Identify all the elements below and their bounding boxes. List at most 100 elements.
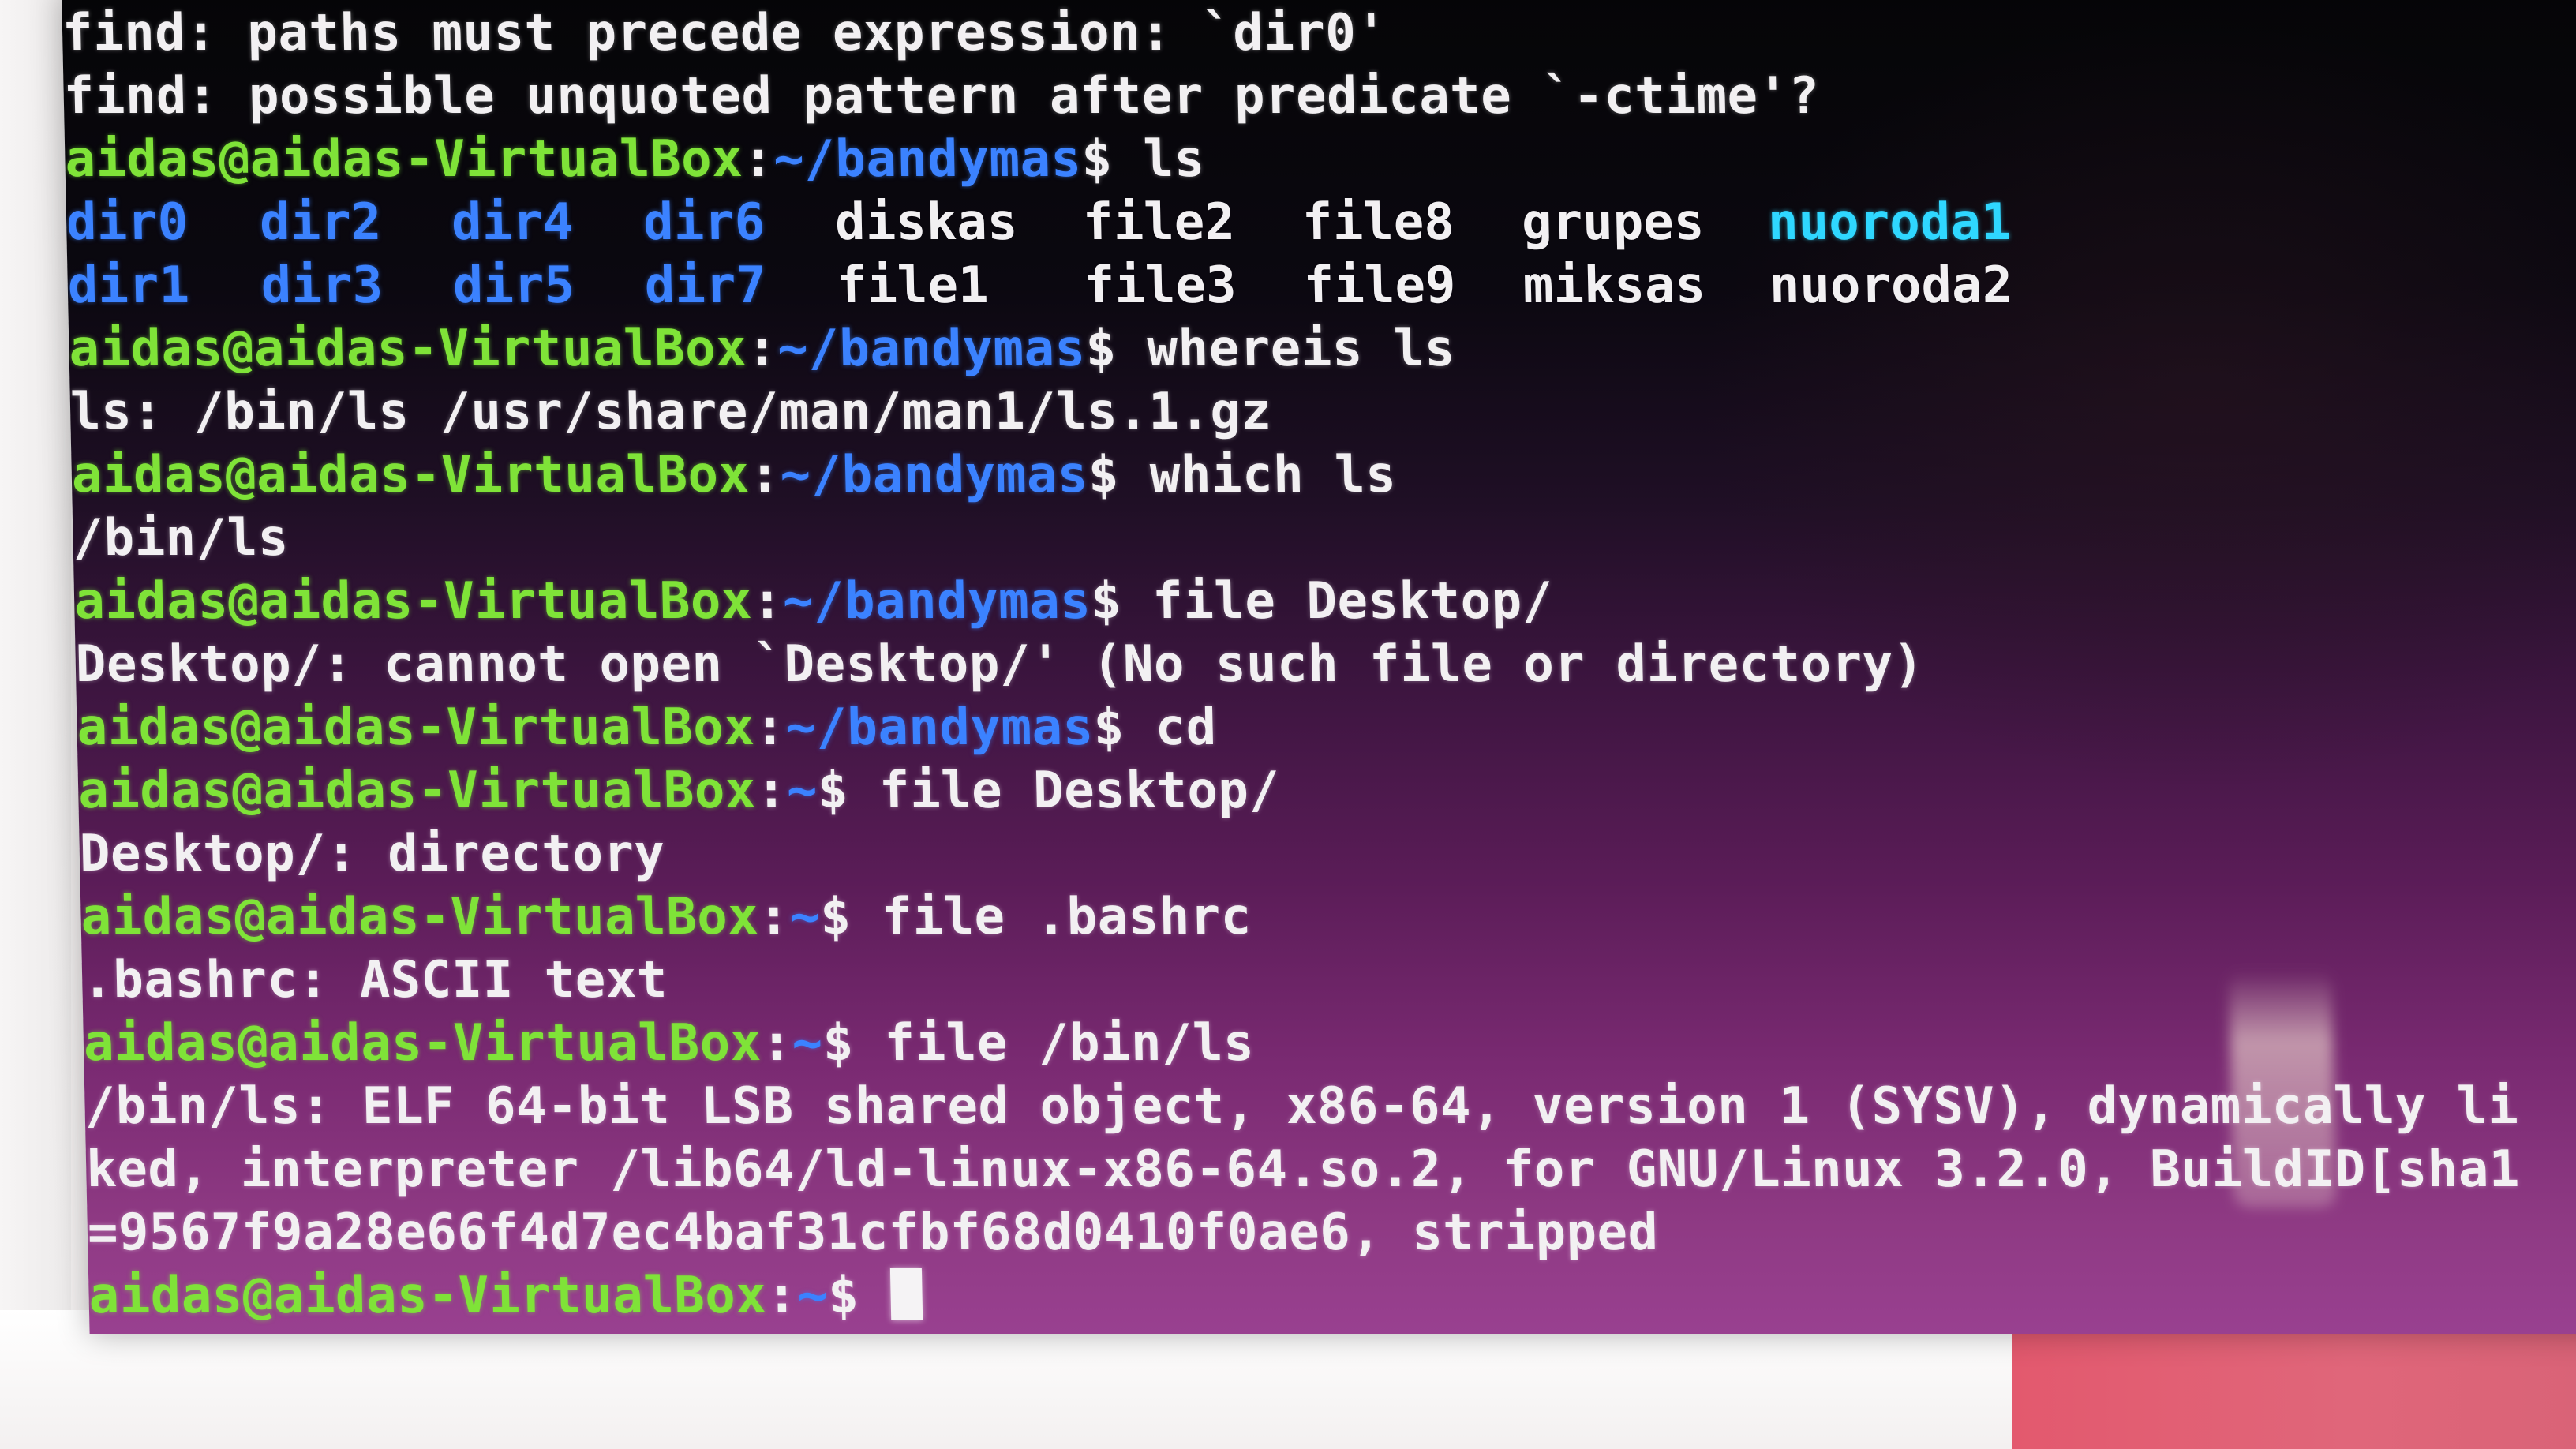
command-output-line: find: paths must precede expression: `di…	[62, 2, 1387, 65]
command-output-line: find: possible unquoted pattern after pr…	[63, 65, 1820, 128]
prompt-dollar: $	[1092, 698, 1125, 757]
ls-entry-file: diskas	[834, 193, 1019, 252]
prompt-colon: :	[766, 1267, 799, 1325]
command-text: which ls	[1149, 446, 1397, 504]
prompt-user-host: aidas@aidas-VirtualBox	[76, 698, 755, 757]
prompt-dollar: $	[1088, 446, 1120, 504]
prompt-user-host: aidas@aidas-VirtualBox	[71, 446, 751, 504]
output-text: /bin/ls	[72, 509, 290, 567]
prompt-line: aidas@aidas-VirtualBox:~$ file Desktop/	[77, 759, 1280, 822]
command-space	[1118, 446, 1151, 504]
ls-entry-dir: dir3	[260, 256, 384, 315]
prompt-line: aidas@aidas-VirtualBox:~/bandymas$ cd	[77, 696, 1218, 759]
output-text: .bashrc: ASCII text	[81, 951, 668, 1009]
prompt-colon: :	[742, 130, 774, 189]
ls-entry-file: file3	[1084, 256, 1237, 315]
command-space	[1116, 320, 1148, 378]
prompt-line: aidas@aidas-VirtualBox:~/bandymas$ file …	[73, 570, 1553, 633]
output-text: ked, interpreter /lib64/ld-linux-x86-64.…	[85, 1140, 2521, 1199]
command-space	[1124, 698, 1156, 757]
prompt-dollar: $	[1080, 130, 1114, 189]
prompt-user-host: aidas@aidas-VirtualBox	[88, 1267, 768, 1325]
command-space	[853, 1014, 886, 1073]
prompt-dollar: $	[827, 1267, 860, 1325]
photo-of-screen: find: paths must precede expression: `di…	[0, 0, 2576, 1449]
command-output-line: .bashrc: ASCII text	[81, 949, 668, 1012]
prompt-user-host: aidas@aidas-VirtualBox	[80, 888, 760, 946]
ls-entry-file: file9	[1303, 256, 1457, 315]
ls-entry-dir: dir5	[452, 256, 575, 315]
command-output-line: Desktop/: cannot open `Desktop/' (No suc…	[75, 633, 1925, 696]
output-text: find: paths must precede expression: `di…	[62, 4, 1388, 62]
output-text: ls: /bin/ls /usr/share/man/man1/ls.1.gz	[69, 383, 1273, 441]
prompt-line: aidas@aidas-VirtualBox:~$ file .bashrc	[80, 886, 1252, 949]
ls-entry-dir: dir6	[642, 193, 766, 252]
command-text: ls	[1142, 130, 1206, 189]
command-output-line: Desktop/: directory	[79, 822, 665, 886]
command-text: file /bin/ls	[883, 1014, 1255, 1073]
ls-entry-file: file2	[1082, 193, 1236, 252]
command-text: file .bashrc	[881, 888, 1252, 946]
command-space	[848, 762, 880, 820]
ls-entry-dir: dir0	[66, 193, 189, 252]
active-prompt-line: aidas@aidas-VirtualBox:~$	[88, 1264, 923, 1327]
prompt-path: ~/bandymas	[779, 446, 1089, 504]
prompt-line: aidas@aidas-VirtualBox:~$ file /bin/ls	[83, 1012, 1255, 1075]
command-space	[1121, 572, 1153, 631]
prompt-dollar: $	[1084, 320, 1118, 378]
ls-entry-file: file8	[1301, 193, 1455, 252]
command-space	[1112, 130, 1144, 189]
ls-entry-file: file1	[836, 256, 990, 315]
ls-entry-dir: dir4	[451, 193, 575, 252]
prompt-user-host: aidas@aidas-VirtualBox	[77, 762, 757, 820]
prompt-line: aidas@aidas-VirtualBox:~/bandymas$ where…	[69, 317, 1456, 380]
command-text: cd	[1154, 698, 1218, 757]
ls-output-row: dir1 dir3 dir5 dir7 file1 file3 file9 miksas nuo…	[67, 254, 2436, 317]
output-text: Desktop/: directory	[79, 825, 666, 883]
command-text: file Desktop/	[878, 762, 1281, 820]
prompt-user-host: aidas@aidas-VirtualBox	[83, 1014, 762, 1073]
command-text: whereis ls	[1146, 320, 1456, 378]
prompt-user-host: aidas@aidas-VirtualBox	[73, 572, 753, 631]
prompt-user-host: aidas@aidas-VirtualBox	[64, 130, 743, 189]
ls-output-row: dir0 dir2 dir4 dir6 diskas file2 file8 grupes nu…	[66, 191, 2435, 254]
prompt-path: ~/bandymas	[777, 320, 1087, 378]
prompt-path: ~	[786, 762, 818, 820]
prompt-path: ~/bandymas	[782, 572, 1091, 631]
prompt-line: aidas@aidas-VirtualBox:~/bandymas$ ls	[65, 128, 1206, 191]
command-output-line: /bin/ls: ELF 64-bit LSB shared object, x…	[84, 1075, 2519, 1138]
prompt-dollar: $	[817, 762, 849, 820]
monitor-bezel	[0, 0, 71, 1449]
prompt-dollar: $	[819, 888, 852, 946]
terminal-window[interactable]: find: paths must precede expression: `di…	[62, 0, 2576, 1334]
command-output-line: ls: /bin/ls /usr/share/man/man1/ls.1.gz	[69, 380, 1272, 444]
text-cursor[interactable]	[889, 1268, 923, 1320]
prompt-colon: :	[751, 572, 784, 631]
prompt-colon: :	[755, 762, 788, 820]
prompt-path: ~	[788, 888, 822, 946]
command-output-line: /bin/ls	[73, 507, 290, 570]
ls-entry-file: grupes	[1521, 193, 1705, 252]
prompt-path: ~/bandymas	[773, 130, 1083, 189]
prompt-path: ~	[791, 1014, 824, 1073]
command-output-line: ked, interpreter /lib64/ld-linux-x86-64.…	[85, 1138, 2520, 1201]
prompt-dollar: $	[822, 1014, 855, 1073]
output-text: /bin/ls: ELF 64-bit LSB shared object, x…	[84, 1077, 2519, 1136]
prompt-colon: :	[746, 320, 778, 378]
prompt-colon: :	[748, 446, 781, 504]
ls-entry-file: miksas	[1522, 256, 1706, 315]
prompt-user-host: aidas@aidas-VirtualBox	[68, 320, 747, 378]
ls-entry-exec: nuoroda1	[1767, 193, 2012, 252]
command-space	[851, 888, 883, 946]
prompt-path: ~	[796, 1267, 829, 1325]
prompt-path: ~/bandymas	[784, 698, 1095, 757]
prompt-dollar: $	[1090, 572, 1123, 631]
output-text: =9567f9a28e66f4d7ec4baf31cfbf68d0410f0ae…	[87, 1204, 1660, 1262]
ls-entry-dir: dir7	[644, 256, 767, 315]
ls-entry-dir: dir1	[67, 256, 190, 315]
ls-entry-file: nuoroda2	[1769, 256, 2013, 315]
output-text: find: possible unquoted pattern after pr…	[62, 67, 1821, 125]
ls-entry-dir: dir2	[259, 193, 383, 252]
command-text: file Desktop/	[1151, 572, 1554, 631]
prompt-colon: :	[758, 888, 791, 946]
